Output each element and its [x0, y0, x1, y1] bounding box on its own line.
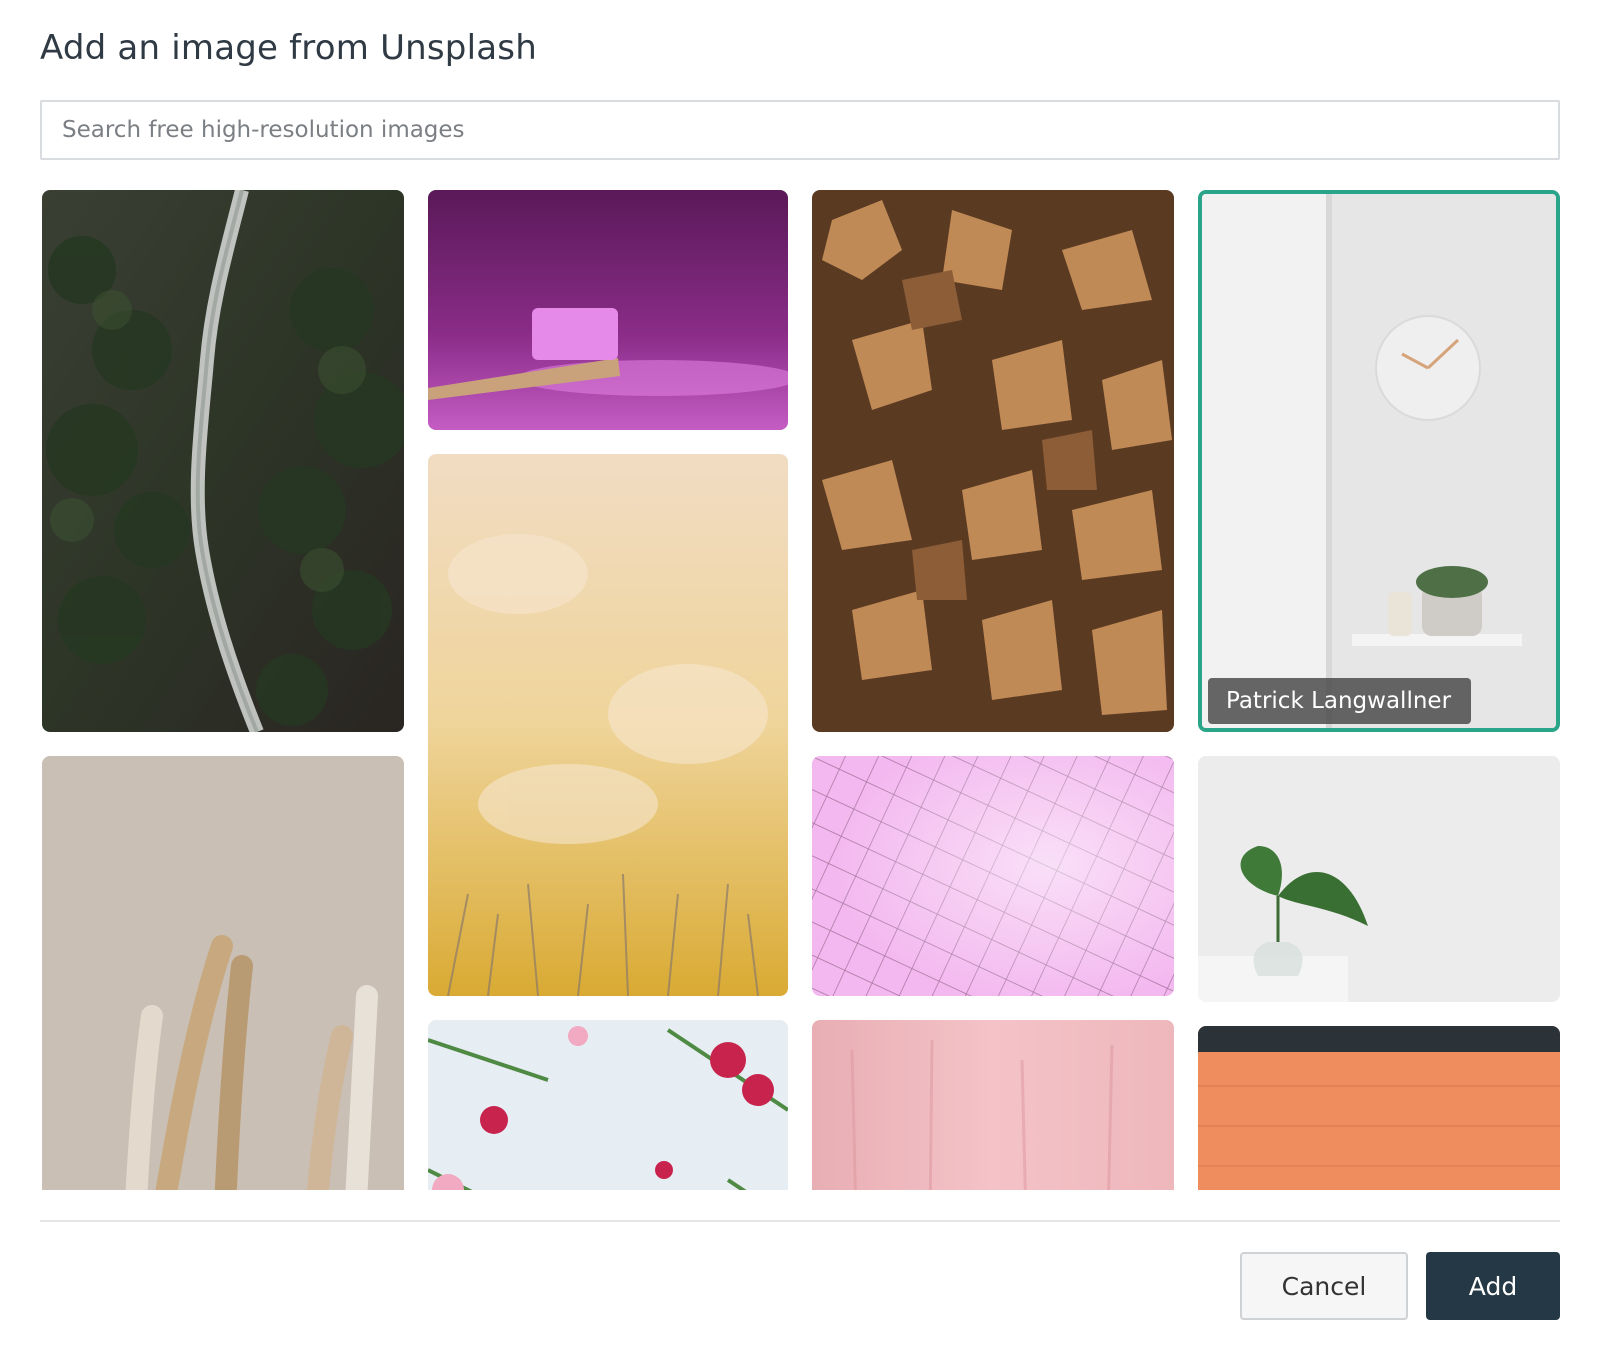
- image-tile-autumn-leaves[interactable]: [812, 190, 1174, 732]
- image-tile-pampas-grass[interactable]: [42, 756, 404, 1190]
- image-grid: Patrick Langwallner: [0, 0, 1600, 1190]
- image-tile-pink-blur[interactable]: [812, 1020, 1174, 1190]
- image-tile-orange-wall[interactable]: [1198, 1026, 1560, 1190]
- pink-pattern-image: [812, 756, 1174, 996]
- add-button[interactable]: Add: [1426, 1252, 1560, 1320]
- wall-clock-image: [1202, 194, 1556, 728]
- photographer-name-label: Patrick Langwallner: [1208, 678, 1472, 724]
- pink-blur-image: [812, 1020, 1174, 1190]
- pampas-grass-image: [42, 756, 404, 1190]
- cancel-button[interactable]: Cancel: [1240, 1252, 1408, 1320]
- image-tile-wall-clock-selected[interactable]: Patrick Langwallner: [1198, 190, 1560, 732]
- plant-vase-image: [1198, 756, 1560, 1002]
- autumn-leaves-image: [812, 190, 1174, 732]
- image-tile-flowers[interactable]: [428, 1020, 788, 1190]
- image-tile-pink-pattern[interactable]: [812, 756, 1174, 996]
- forest-river-image: [42, 190, 404, 732]
- image-tile-toothbrush[interactable]: [428, 190, 788, 430]
- footer-divider: [40, 1220, 1560, 1222]
- orange-wall-image: [1198, 1026, 1560, 1190]
- image-tile-yellow-wall[interactable]: [428, 454, 788, 996]
- image-tile-forest-river[interactable]: [42, 190, 404, 732]
- flowers-image: [428, 1020, 788, 1190]
- yellow-wall-image: [428, 454, 788, 996]
- toothbrush-image: [428, 190, 788, 430]
- image-tile-plant-vase[interactable]: [1198, 756, 1560, 1002]
